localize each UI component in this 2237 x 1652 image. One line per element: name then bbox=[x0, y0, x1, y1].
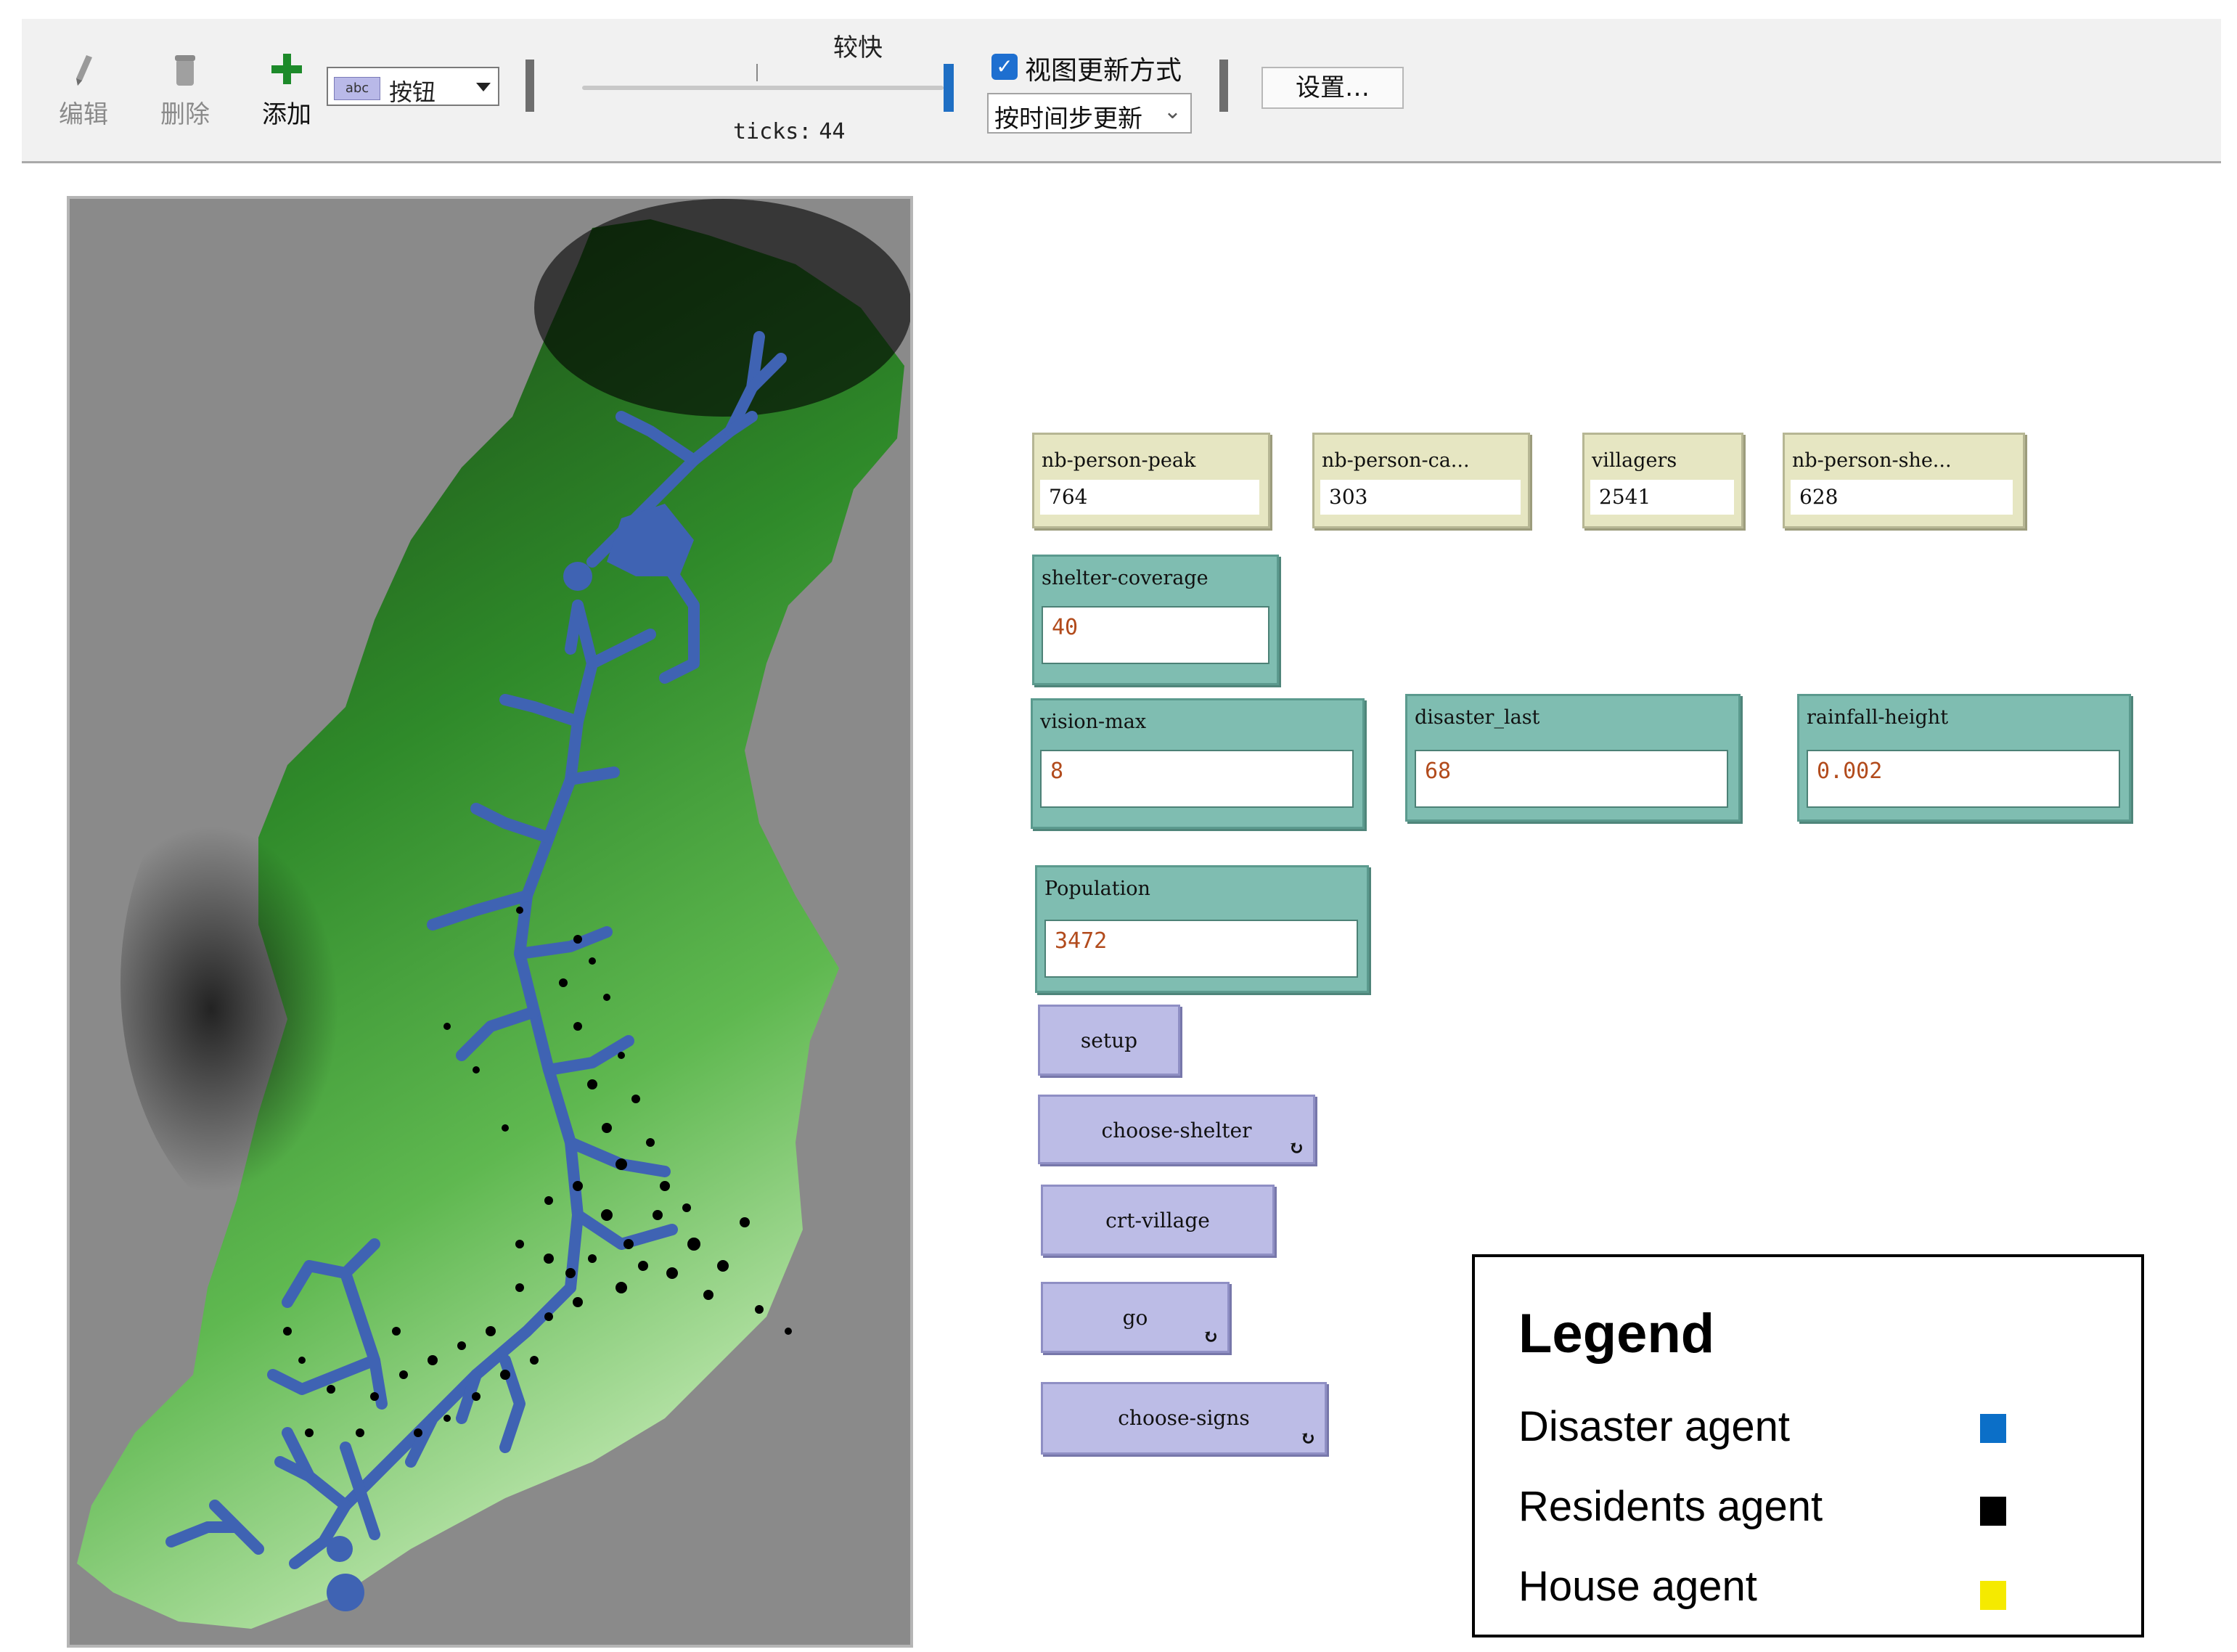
monitor-nb-person-peak: nb-person-peak 764 bbox=[1032, 433, 1270, 528]
world-view[interactable] bbox=[67, 196, 913, 1648]
legend-swatch-residents bbox=[1980, 1497, 2006, 1526]
speed-label: 较快 bbox=[833, 33, 883, 62]
delete-tool-button[interactable]: 删除 bbox=[138, 48, 232, 130]
go-button[interactable]: go ↻ bbox=[1041, 1282, 1230, 1353]
monitor-villagers: villagers 2541 bbox=[1582, 433, 1743, 528]
forever-icon: ↻ bbox=[1288, 1137, 1304, 1159]
rainfall-height-field[interactable]: 0.002 bbox=[1807, 750, 2120, 808]
ticks-value: 44 bbox=[819, 119, 846, 144]
setup-button[interactable]: setup bbox=[1038, 1005, 1180, 1076]
legend-swatch-disaster bbox=[1980, 1414, 2006, 1443]
input-label: vision-max bbox=[1040, 711, 1147, 733]
input-shelter-coverage: shelter-coverage 40 bbox=[1032, 555, 1279, 685]
disaster-last-field[interactable]: 68 bbox=[1415, 750, 1728, 808]
choose-shelter-button[interactable]: choose-shelter ↻ bbox=[1038, 1095, 1315, 1164]
edit-tool-button[interactable]: 编辑 bbox=[36, 48, 131, 130]
input-label: Population bbox=[1044, 878, 1150, 900]
monitor-value: 2541 bbox=[1590, 480, 1734, 515]
trash-icon bbox=[175, 55, 195, 86]
button-widget-icon: abc bbox=[334, 77, 380, 100]
widget-type-value: 按钮 bbox=[389, 78, 436, 106]
ticks-counter: ticks: 44 bbox=[733, 119, 853, 144]
forever-icon: ↻ bbox=[1203, 1326, 1219, 1348]
view-update-label: 视图更新方式 bbox=[1025, 56, 1182, 86]
input-label: rainfall-height bbox=[1807, 706, 1949, 729]
button-label: choose-shelter bbox=[1101, 1119, 1252, 1142]
toolbar-divider bbox=[525, 60, 534, 112]
input-label: disaster_last bbox=[1415, 706, 1540, 729]
widget-type-dropdown[interactable]: abc 按钮 bbox=[327, 67, 499, 106]
toolbar-divider bbox=[1219, 60, 1228, 112]
shelter-coverage-field[interactable]: 40 bbox=[1042, 606, 1269, 664]
speed-slider-thumb[interactable] bbox=[944, 64, 954, 112]
button-label: choose-signs bbox=[1118, 1406, 1250, 1430]
legend-label-house: House agent bbox=[1518, 1563, 1757, 1610]
input-disaster-last: disaster_last 68 bbox=[1405, 694, 1741, 822]
forever-icon: ↻ bbox=[1300, 1428, 1316, 1449]
legend-label-disaster: Disaster agent bbox=[1518, 1403, 1790, 1450]
plus-icon bbox=[271, 54, 302, 84]
dropdown-arrow-icon bbox=[476, 83, 491, 91]
speed-slider-track[interactable] bbox=[582, 86, 944, 90]
delete-label: 删除 bbox=[160, 100, 210, 129]
choose-signs-button[interactable]: choose-signs ↻ bbox=[1041, 1382, 1327, 1455]
monitor-label: nb-person-peak bbox=[1042, 449, 1196, 472]
monitor-value: 303 bbox=[1320, 480, 1521, 515]
monitor-value: 764 bbox=[1040, 480, 1259, 515]
speed-slider-center-tick bbox=[756, 64, 758, 81]
interface-toolbar: 编辑 删除 添加 abc 按钮 较快 ticks: 44 ✓ 视图更新方式 按时间… bbox=[22, 19, 2221, 163]
view-update-checkbox[interactable]: ✓ bbox=[991, 54, 1018, 80]
update-mode-dropdown[interactable]: 按时间步更新 ⌄ bbox=[987, 93, 1192, 134]
legend-title: Legend bbox=[1518, 1303, 1715, 1365]
monitor-nb-person-she: nb-person-she... 628 bbox=[1783, 433, 2025, 528]
terrain-map bbox=[77, 199, 910, 1629]
legend-label-residents: Residents agent bbox=[1518, 1483, 1823, 1530]
pencil-icon bbox=[76, 55, 92, 86]
legend: Legend Disaster agent Residents agent Ho… bbox=[1472, 1254, 2144, 1637]
monitor-label: nb-person-ca... bbox=[1322, 449, 1470, 472]
input-label: shelter-coverage bbox=[1042, 567, 1209, 589]
chevron-down-icon: ⌄ bbox=[1163, 99, 1182, 124]
input-vision-max: vision-max 8 bbox=[1031, 698, 1365, 829]
input-population: Population 3472 bbox=[1035, 865, 1369, 993]
population-field[interactable]: 3472 bbox=[1044, 920, 1358, 978]
edit-label: 编辑 bbox=[59, 100, 108, 129]
monitor-nb-person-ca: nb-person-ca... 303 bbox=[1312, 433, 1530, 528]
monitor-label: nb-person-she... bbox=[1792, 449, 1952, 472]
button-label: setup bbox=[1080, 1029, 1138, 1052]
button-label: go bbox=[1122, 1306, 1148, 1330]
legend-swatch-house bbox=[1980, 1581, 2006, 1610]
crt-village-button[interactable]: crt-village bbox=[1041, 1185, 1275, 1256]
add-tool-button[interactable]: 添加 bbox=[240, 48, 334, 130]
settings-button[interactable]: 设置… bbox=[1261, 67, 1404, 109]
input-rainfall-height: rainfall-height 0.002 bbox=[1797, 694, 2131, 822]
update-mode-value: 按时间步更新 bbox=[994, 105, 1142, 134]
monitor-label: villagers bbox=[1592, 449, 1677, 472]
vision-max-field[interactable]: 8 bbox=[1040, 750, 1354, 808]
button-label: crt-village bbox=[1105, 1209, 1210, 1232]
monitor-value: 628 bbox=[1791, 480, 2013, 515]
ticks-label: ticks: bbox=[733, 119, 812, 144]
add-label: 添加 bbox=[262, 100, 311, 129]
